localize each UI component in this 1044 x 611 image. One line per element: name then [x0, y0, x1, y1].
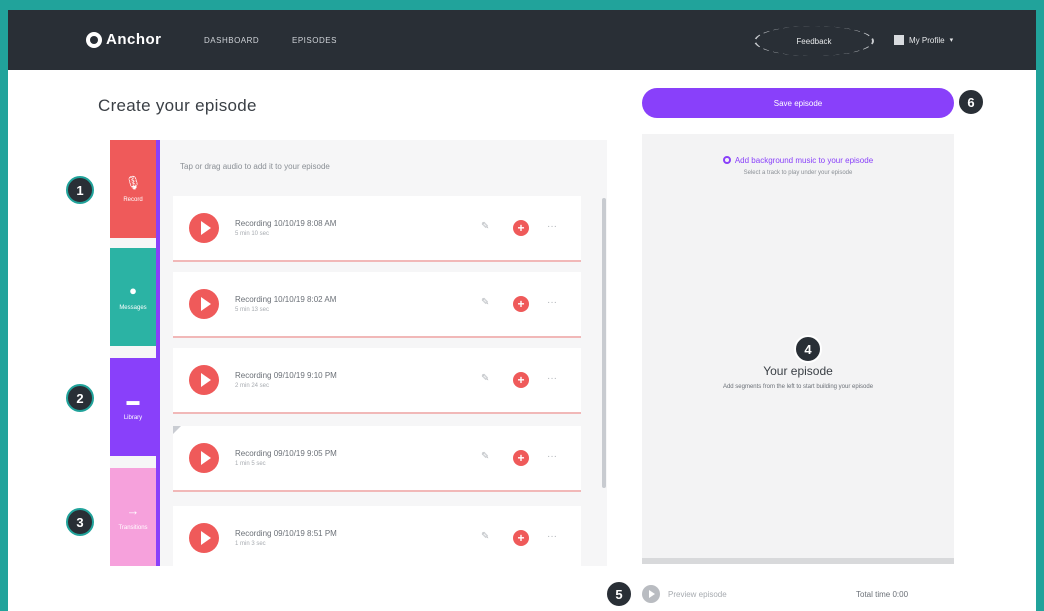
- nav-link-dashboard[interactable]: DASHBOARD: [204, 36, 259, 45]
- tab-library[interactable]: ▬ Library: [110, 358, 156, 456]
- tab-label: Messages: [119, 304, 147, 311]
- recording-title: Recording 10/10/19 8:08 AM: [235, 219, 337, 228]
- recording-duration: 5 min 13 sec: [235, 307, 270, 313]
- preview-label: Preview episode: [668, 589, 727, 599]
- play-icon: [642, 585, 660, 603]
- tab-label: Library: [123, 414, 143, 421]
- logo[interactable]: Anchor: [86, 31, 162, 48]
- play-icon[interactable]: [189, 213, 219, 243]
- tab-messages[interactable]: ● Messages: [110, 248, 156, 346]
- tab-label: Record: [123, 196, 143, 203]
- music-icon: [722, 156, 731, 164]
- more-icon[interactable]: ···: [547, 221, 557, 232]
- recording-title: Recording 09/10/19 9:05 PM: [235, 449, 337, 458]
- more-icon[interactable]: ···: [547, 531, 557, 542]
- nav-link-episodes[interactable]: EPISODES: [292, 36, 337, 45]
- step-badge: 2: [66, 384, 94, 412]
- step-badge: 4: [794, 335, 822, 363]
- play-icon[interactable]: [189, 365, 219, 395]
- recording-duration: 5 min 10 sec: [235, 231, 270, 237]
- tools-hint: Tap or drag audio to add it to your epis…: [180, 162, 330, 171]
- list-item[interactable]: Recording 10/10/19 8:08 AM 5 min 10 sec …: [173, 196, 581, 262]
- tab-record[interactable]: 🎙 Record: [110, 140, 156, 238]
- recording-title: Recording 10/10/19 8:02 AM: [235, 295, 337, 304]
- background-music-link[interactable]: Add background music to your episode: [642, 156, 954, 165]
- tab-label: Transitions: [118, 524, 148, 531]
- list-scrollbar[interactable]: [602, 198, 606, 488]
- recording-title: Recording 09/10/19 8:51 PM: [235, 529, 337, 538]
- edit-icon[interactable]: ✎: [481, 451, 489, 462]
- play-icon[interactable]: [189, 443, 219, 473]
- preview-episode-button[interactable]: Preview episode: [642, 585, 727, 603]
- add-icon[interactable]: +: [513, 530, 529, 546]
- page-title: Create your episode: [98, 96, 257, 115]
- active-tab-indicator: [156, 140, 160, 566]
- recording-list: Recording 10/10/19 8:08 AM 5 min 10 sec …: [173, 196, 593, 566]
- corner-marker-icon: [173, 426, 181, 434]
- account-label: My Profile: [909, 35, 945, 45]
- total-time: Total time 0:00: [856, 590, 909, 599]
- logo-text: Anchor: [106, 31, 162, 48]
- step-badge: 1: [66, 176, 94, 204]
- account-menu[interactable]: My Profile ▾: [894, 35, 953, 45]
- recording-duration: 1 min 3 sec: [235, 541, 266, 547]
- recording-duration: 1 min 5 sec: [235, 461, 266, 467]
- avatar: [894, 35, 904, 45]
- edit-icon[interactable]: ✎: [481, 531, 489, 542]
- step-badge: 3: [66, 508, 94, 536]
- save-episode-button[interactable]: Save episode: [642, 88, 954, 118]
- add-icon[interactable]: +: [513, 372, 529, 388]
- episode-panel-description: Add segments from the left to start buil…: [722, 384, 874, 390]
- list-item[interactable]: Recording 09/10/19 8:51 PM 1 min 3 sec ✎…: [173, 506, 581, 566]
- list-item[interactable]: Recording 09/10/19 9:10 PM 2 min 24 sec …: [173, 348, 581, 414]
- tab-transitions[interactable]: → Transitions: [110, 468, 156, 566]
- list-item[interactable]: Recording 10/10/19 8:02 AM 5 min 13 sec …: [173, 272, 581, 338]
- folder-icon: ▬: [126, 392, 140, 408]
- feedback-button[interactable]: Feedback: [754, 26, 874, 56]
- anchor-logo-icon: [86, 31, 102, 48]
- feedback-label: Feedback: [796, 36, 832, 46]
- add-icon[interactable]: +: [513, 220, 529, 236]
- episode-panel-title: Your episode: [763, 364, 833, 378]
- top-nav: Anchor DASHBOARD EPISODES Feedback My Pr…: [8, 10, 1036, 70]
- list-item[interactable]: Recording 09/10/19 9:05 PM 1 min 5 sec ✎…: [173, 426, 581, 492]
- edit-icon[interactable]: ✎: [481, 373, 489, 384]
- background-music-label: Add background music to your episode: [734, 156, 874, 165]
- microphone-icon: 🎙: [124, 174, 142, 190]
- more-icon[interactable]: ···: [547, 297, 557, 308]
- recording-duration: 2 min 24 sec: [235, 383, 270, 389]
- arrow-right-icon: →: [126, 502, 140, 518]
- chevron-down-icon: ▾: [949, 37, 954, 44]
- more-icon[interactable]: ···: [547, 373, 557, 384]
- more-icon[interactable]: ···: [547, 451, 557, 462]
- add-icon[interactable]: +: [513, 450, 529, 466]
- message-icon: ●: [129, 282, 137, 298]
- recording-title: Recording 09/10/19 9:10 PM: [235, 371, 337, 380]
- add-icon[interactable]: +: [513, 296, 529, 312]
- step-badge: 6: [957, 88, 985, 116]
- app-frame: Anchor DASHBOARD EPISODES Feedback My Pr…: [8, 10, 1036, 611]
- edit-icon[interactable]: ✎: [481, 221, 489, 232]
- background-music-note: Select a track to play under your episod…: [743, 170, 853, 176]
- edit-icon[interactable]: ✎: [481, 297, 489, 308]
- play-icon[interactable]: [189, 523, 219, 553]
- step-badge: 5: [605, 580, 633, 608]
- play-icon[interactable]: [189, 289, 219, 319]
